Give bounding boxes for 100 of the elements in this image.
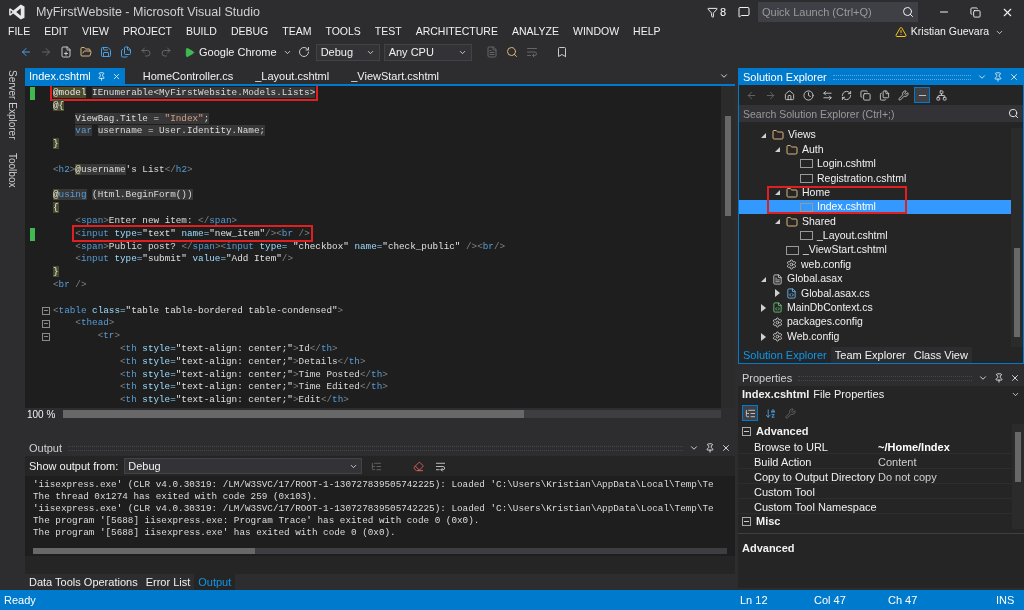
collapsed-arrow-icon[interactable] [775,289,780,298]
pin-icon[interactable] [705,443,715,453]
properties-icon[interactable] [895,87,911,103]
play-icon [184,46,195,58]
expanded-arrow-icon[interactable] [775,219,780,225]
editor-tab[interactable]: _Layout.cshtml [251,68,334,84]
config-file-icon [772,316,783,328]
output-line: 'iisexpress.exe' (CLR v4.0.30319: /LM/W3SVC/17/ROOT-1-130727839505742225): Loaded 'C:\Users\Kristian\AppData\Local\Temp\Te [33,479,715,491]
global-file-icon [772,273,783,285]
restore-icon[interactable] [970,6,981,18]
pin-icon[interactable] [994,373,1004,383]
dropdown-icon[interactable] [978,373,988,383]
collapse-icon[interactable] [742,427,751,436]
tree-item[interactable]: Login.cshtml [739,156,1011,172]
collapse-icon[interactable] [42,319,50,328]
tree-item[interactable]: Global.asax [739,271,1011,287]
tree-item[interactable]: Home [739,185,1011,200]
new-project-icon[interactable] [58,44,74,60]
panel-tab[interactable]: Output [194,574,236,590]
code-line: <span>Enter new item: </span> [74,214,238,228]
code-line: <th style="text-align: center;">Id</th> [118,342,338,356]
panel-tab[interactable]: Class View [909,347,972,363]
menu-item[interactable]: PROJECT [122,24,172,40]
tree-item[interactable]: _Layout.cshtml [739,228,1011,244]
pending-changes-icon[interactable] [800,87,816,103]
property-value[interactable]: Content [876,454,917,468]
collapse-icon[interactable] [742,517,751,526]
tree-item[interactable]: Web.config [739,329,1011,344]
property-value[interactable]: ~/Home/Index [876,439,950,453]
config-file-icon [772,331,783,343]
menu-item[interactable]: EDIT [44,24,69,40]
tree-item[interactable]: Views [739,128,1011,143]
platform-dropdown[interactable]: Any CPU [383,43,472,61]
tree-item[interactable]: Shared [739,214,1011,229]
menu-item[interactable]: HELP [633,24,661,40]
expanded-arrow-icon[interactable] [775,147,780,153]
side-tab[interactable]: Server Explorer [5,70,20,140]
property-name: Custom Tool Namespace [754,500,876,513]
menu-item[interactable]: WINDOW [573,24,620,40]
menu-item[interactable]: ARCHITECTURE [415,24,498,40]
property-name: Browse to URL [754,440,829,453]
menu-item[interactable]: VIEW [82,24,109,40]
code-line: <tr> [96,330,120,343]
tree-item[interactable]: Registration.cshtml [739,171,1011,186]
menu-item[interactable]: TEST [374,24,402,40]
panel-tab[interactable]: Error List [141,574,195,590]
tree-item[interactable]: MainDbContext.cs [739,300,1011,316]
status-message: Ready [3,592,37,608]
menu-item[interactable]: BUILD [185,24,217,40]
configuration-dropdown[interactable]: Debug [315,43,380,61]
expanded-arrow-icon[interactable] [761,276,766,282]
collapsed-arrow-icon[interactable] [761,303,766,312]
collapsed-arrow-icon[interactable] [761,332,766,341]
razor-file-icon [800,159,813,169]
editor-tab[interactable]: HomeController.cs [138,68,238,84]
property-value[interactable]: Do not copy [876,469,937,483]
notifications-icon[interactable] [706,6,718,18]
side-tab[interactable]: Toolbox [5,153,20,188]
menu-item[interactable]: DEBUG [230,24,269,40]
column-number: Col 47 [814,592,847,608]
object-name: Index.cshtml [742,386,810,402]
open-folder-icon[interactable] [78,44,94,60]
categorized-icon[interactable] [742,405,758,421]
tree-item[interactable]: packages.config [739,315,1011,330]
tree-item[interactable]: Global.asax.cs [739,286,1011,301]
collapse-icon[interactable] [42,306,50,315]
menu-item[interactable]: FILE [8,24,31,40]
vertical-scrollbar[interactable] [1011,128,1023,347]
menu-item[interactable]: TEAM [282,24,312,40]
tree-item[interactable]: Auth [739,142,1011,157]
menu-item[interactable]: TOOLS [325,24,361,40]
category-name: Misc [756,514,781,530]
user-name[interactable]: Kristian Guevara [910,24,989,40]
collapse-icon[interactable] [42,332,50,341]
tree-item[interactable]: _ViewStart.cshtml [739,243,1011,258]
dropdown-icon[interactable] [689,443,699,453]
tree-item[interactable]: web.config [739,257,1011,272]
save-icon[interactable] [98,44,114,60]
property-name: Build Action [754,455,813,468]
close-icon[interactable] [1010,373,1020,383]
close-icon[interactable] [721,443,731,453]
vertical-scrollbar[interactable] [1012,424,1024,529]
menu-item[interactable]: ANALYZE [511,24,559,40]
vertical-scrollbar[interactable] [721,86,735,408]
horizontal-scrollbar[interactable] [33,548,727,554]
save-all-icon[interactable] [118,44,134,60]
feedback-icon[interactable] [738,6,750,18]
panel-tab[interactable]: Team Explorer [830,347,910,363]
expanded-arrow-icon[interactable] [761,132,766,138]
expanded-arrow-icon[interactable] [775,190,780,196]
panel-tab[interactable]: Data Tools Operations [25,574,142,590]
code-line: <th style="text-align: center;">Time Posted</th> [118,368,388,382]
tab-list-icon[interactable] [719,71,729,81]
search-icon [1008,108,1019,119]
zoom-level[interactable]: 100 % [27,406,56,422]
source-dropdown[interactable]: Debug [124,458,363,474]
run-button[interactable]: Google Chrome [182,43,279,61]
diagram-icon[interactable] [933,87,949,103]
editor-tab[interactable]: _ViewStart.cshtml [347,68,444,84]
horizontal-scrollbar[interactable] [63,410,721,418]
